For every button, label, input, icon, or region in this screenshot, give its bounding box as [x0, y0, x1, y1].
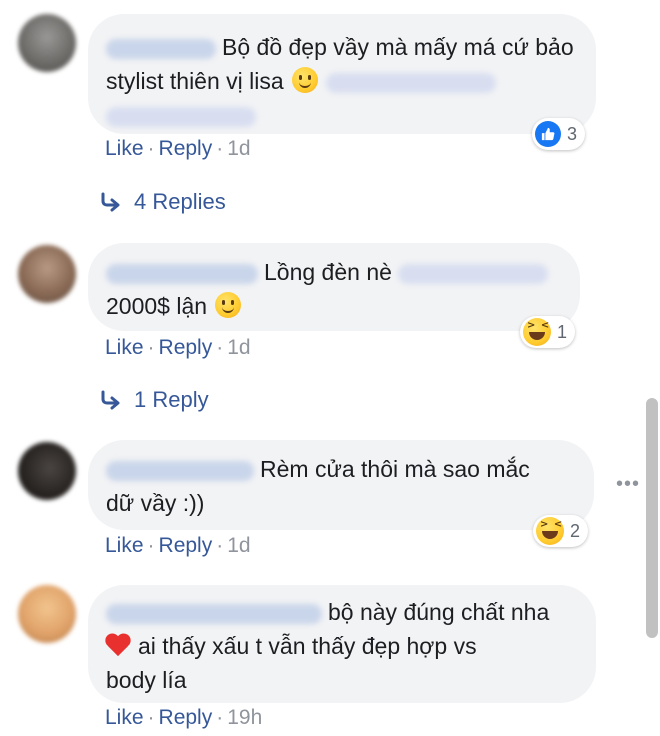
mentioned-user[interactable] — [326, 72, 497, 93]
separator: · — [216, 336, 224, 359]
mentioned-user[interactable] — [398, 263, 549, 284]
timestamp[interactable]: 1d — [227, 336, 250, 359]
like-link[interactable]: Like — [105, 706, 144, 729]
avatar[interactable] — [18, 245, 76, 303]
timestamp[interactable]: 1d — [227, 137, 250, 160]
reaction-count: 2 — [570, 520, 581, 541]
comment-text-line-2: dữ vầy :)) — [106, 490, 205, 516]
separator: · — [147, 534, 155, 557]
red-heart-icon — [106, 634, 132, 658]
mentioned-user[interactable] — [106, 106, 256, 127]
separator: · — [216, 706, 224, 729]
reply-arrow-icon — [101, 390, 120, 410]
comment-text-line-2: ai thấy xấu t vẫn thấy đẹp hợp vs — [138, 633, 477, 659]
separator: · — [216, 137, 224, 160]
replies-count[interactable]: 1 Reply — [134, 387, 209, 413]
comment-text-line-1: Rèm cửa thôi mà sao mắc — [260, 456, 530, 482]
comment-text-line-3: body lía — [106, 667, 187, 693]
reaction-summary[interactable]: 1 — [520, 316, 576, 348]
comment-bubble: Rèm cửa thôi mà sao mắc dữ vầy :)) — [88, 440, 594, 530]
reaction-summary[interactable]: 2 — [533, 515, 589, 547]
like-link[interactable]: Like — [105, 137, 144, 160]
comment-actions: Like · Reply · 1d — [105, 336, 251, 360]
author-name[interactable] — [106, 263, 258, 284]
separator: · — [147, 137, 155, 160]
avatar[interactable] — [18, 442, 76, 500]
comment-text-line-1: Lồng đèn nè — [264, 259, 392, 285]
author-name[interactable] — [106, 38, 216, 59]
like-link[interactable]: Like — [105, 336, 144, 359]
timestamp[interactable]: 1d — [227, 534, 250, 557]
haha-reaction-icon — [536, 517, 564, 545]
comment-text-line-2: 2000$ lận — [106, 293, 208, 319]
reply-link[interactable]: Reply — [159, 706, 213, 729]
like-reaction-icon — [535, 121, 561, 147]
comment-actions: Like · Reply · 1d — [105, 534, 251, 558]
reply-link[interactable]: Reply — [159, 137, 213, 160]
comment-bubble: bộ này đúng chất nha ai thấy xấu t vẫn t… — [88, 585, 596, 703]
reaction-count: 3 — [567, 123, 578, 144]
avatar[interactable] — [18, 585, 76, 643]
smiling-face-icon — [215, 292, 242, 318]
view-replies-link[interactable]: 4 Replies — [100, 189, 226, 215]
view-replies-link[interactable]: 1 Reply — [100, 387, 209, 413]
reply-link[interactable]: Reply — [159, 336, 213, 359]
comment-actions: Like · Reply · 1d — [105, 137, 251, 161]
like-link[interactable]: Like — [105, 534, 144, 557]
comment-text-line-1: bộ này đúng chất nha — [328, 599, 550, 625]
author-name[interactable] — [106, 603, 322, 624]
comment-bubble: Bộ đồ đẹp vầy mà mấy má cứ bảo stylist t… — [88, 14, 596, 134]
author-name[interactable] — [106, 460, 254, 481]
comment-bubble: Lồng đèn nè 2000$ lận — [88, 243, 580, 331]
separator: · — [147, 706, 155, 729]
replies-count[interactable]: 4 Replies — [134, 189, 226, 215]
reaction-count: 1 — [557, 321, 568, 342]
avatar[interactable] — [18, 14, 76, 72]
haha-reaction-icon — [523, 318, 551, 346]
reply-link[interactable]: Reply — [159, 534, 213, 557]
separator: · — [216, 534, 224, 557]
more-options-button[interactable]: ••• — [616, 473, 640, 496]
reaction-summary[interactable]: 3 — [532, 118, 586, 150]
reply-arrow-icon — [101, 192, 120, 212]
scrollbar-thumb[interactable] — [646, 398, 658, 638]
timestamp[interactable]: 19h — [227, 706, 262, 729]
comment-actions: Like · Reply · 19h — [105, 706, 262, 730]
smiling-face-icon — [292, 67, 319, 93]
separator: · — [147, 336, 155, 359]
